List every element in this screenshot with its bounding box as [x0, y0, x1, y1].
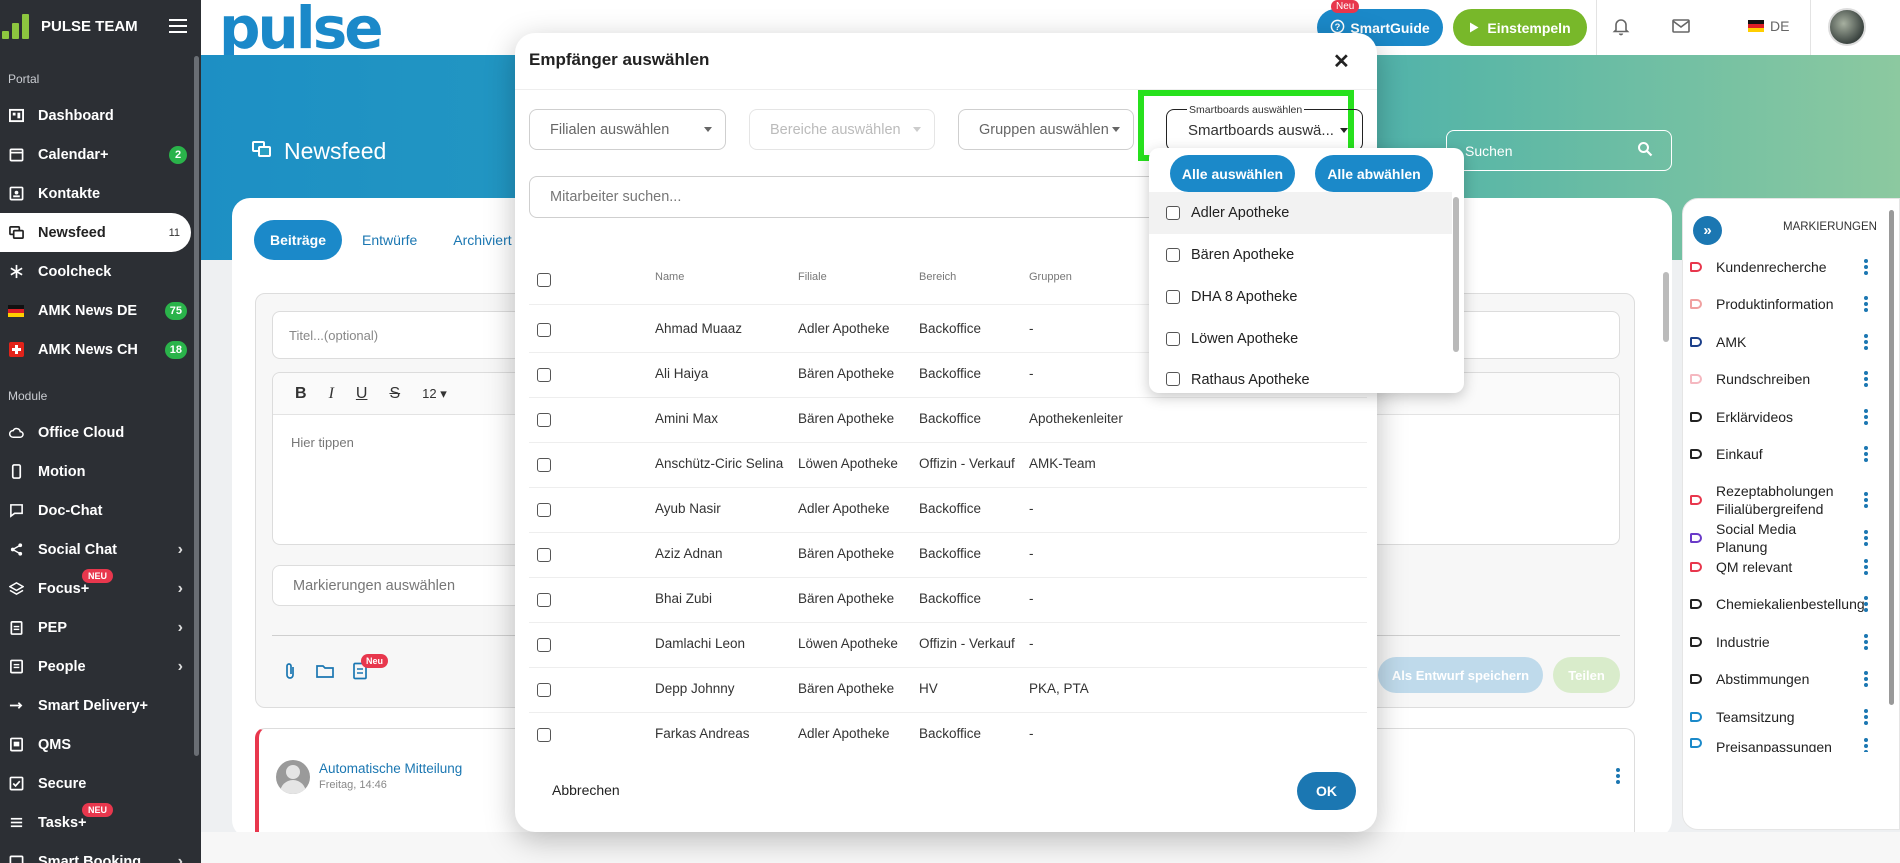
- divider: [529, 442, 1367, 443]
- cell-bereich: Backoffice: [919, 321, 982, 336]
- cell-bereich: HV: [919, 681, 938, 696]
- select-all-checkbox[interactable]: [537, 273, 551, 287]
- row-checkbox[interactable]: [537, 728, 551, 742]
- cell-gruppen: -: [1029, 501, 1034, 516]
- divider: [529, 397, 1367, 398]
- cell-bereich: Backoffice: [919, 726, 982, 741]
- cell-gruppen: -: [1029, 591, 1034, 606]
- column-header-filiale: Filiale: [798, 271, 827, 283]
- cell-gruppen: Apothekenleiter: [1029, 411, 1123, 426]
- cell-name: Anschütz-Ciric Selina: [655, 456, 784, 471]
- smartboard-option[interactable]: Adler Apotheke: [1149, 192, 1452, 234]
- cell-bereich: Backoffice: [919, 546, 982, 561]
- divider: [529, 487, 1367, 488]
- option-label: DHA 8 Apotheke: [1191, 289, 1298, 305]
- smartboard-option[interactable]: Löwen Apotheke: [1149, 318, 1452, 360]
- cell-name: Aziz Adnan: [655, 546, 723, 561]
- smartboards-select[interactable]: Smartboards auswählen Smartboards auswä.…: [1166, 105, 1363, 151]
- divider: [529, 532, 1367, 533]
- option-label: Bären Apotheke: [1191, 247, 1295, 263]
- column-header-name: Name: [655, 271, 685, 283]
- option-checkbox[interactable]: [1166, 248, 1180, 262]
- cell-filiale: Bären Apotheke: [798, 411, 895, 426]
- cell-filiale: Bären Apotheke: [798, 681, 895, 696]
- cell-gruppen: PKA, PTA: [1029, 681, 1089, 696]
- row-checkbox[interactable]: [537, 548, 551, 562]
- cell-gruppen: -: [1029, 546, 1034, 561]
- cell-name: Ayub Nasir: [655, 501, 721, 516]
- option-label: Adler Apotheke: [1191, 205, 1290, 221]
- cell-bereich: Backoffice: [919, 366, 982, 381]
- smartboard-option[interactable]: DHA 8 Apotheke: [1149, 276, 1452, 318]
- option-label: Löwen Apotheke: [1191, 331, 1299, 347]
- cell-name: Amini Max: [655, 411, 719, 426]
- row-checkbox[interactable]: [537, 368, 551, 382]
- smartboards-value: Smartboards auswä...: [1188, 121, 1334, 139]
- column-header-bereich: Bereich: [919, 271, 957, 283]
- divider: [529, 667, 1367, 668]
- cell-bereich: Backoffice: [919, 501, 982, 516]
- bereiche-select: Bereiche auswählen: [749, 109, 935, 150]
- dropdown-scrollbar[interactable]: [1453, 197, 1459, 352]
- caret-down-icon: [704, 127, 712, 132]
- row-checkbox[interactable]: [537, 413, 551, 427]
- option-checkbox[interactable]: [1166, 206, 1180, 220]
- cell-name: Farkas Andreas: [655, 726, 750, 741]
- cell-filiale: Bären Apotheke: [798, 546, 895, 561]
- row-checkbox[interactable]: [537, 503, 551, 517]
- cell-name: Bhai Zubi: [655, 591, 713, 606]
- smartboard-option[interactable]: Rathaus Apotheke: [1149, 360, 1452, 393]
- employee-search-input[interactable]: Mitarbeiter suchen...: [529, 176, 1179, 218]
- cell-bereich: Offizin - Verkauf: [919, 636, 1015, 651]
- filialen-label: Filialen auswählen: [550, 121, 670, 138]
- cell-name: Damlachi Leon: [655, 636, 746, 651]
- cancel-button[interactable]: Abbrechen: [552, 782, 620, 798]
- row-checkbox[interactable]: [537, 683, 551, 697]
- cell-filiale: Bären Apotheke: [798, 366, 895, 381]
- column-header-gruppen: Gruppen: [1029, 271, 1072, 283]
- smartboard-option[interactable]: Bären Apotheke: [1149, 234, 1452, 276]
- deselect-all-button[interactable]: Alle abwählen: [1315, 155, 1433, 192]
- bereiche-label: Bereiche auswählen: [770, 121, 901, 138]
- gruppen-label: Gruppen auswählen: [979, 121, 1109, 138]
- cell-name: Ali Haiya: [655, 366, 709, 381]
- cell-filiale: Adler Apotheke: [798, 501, 890, 516]
- option-checkbox[interactable]: [1166, 372, 1180, 386]
- ok-button[interactable]: OK: [1297, 772, 1356, 810]
- gruppen-select[interactable]: Gruppen auswählen: [958, 109, 1134, 150]
- caret-down-icon: [1112, 127, 1120, 132]
- divider: [529, 712, 1367, 713]
- modal-title: Empfänger auswählen: [529, 50, 710, 69]
- cell-filiale: Adler Apotheke: [798, 726, 890, 741]
- cell-filiale: Löwen Apotheke: [798, 456, 898, 471]
- option-label: Rathaus Apotheke: [1191, 372, 1310, 388]
- caret-down-icon: [1340, 128, 1348, 133]
- caret-down-icon: [913, 127, 921, 132]
- option-checkbox[interactable]: [1166, 290, 1180, 304]
- cell-gruppen: -: [1029, 366, 1034, 381]
- cell-bereich: Backoffice: [919, 591, 982, 606]
- cell-gruppen: AMK-Team: [1029, 456, 1096, 471]
- smartboards-float-label: Smartboards auswählen: [1187, 104, 1305, 116]
- row-checkbox[interactable]: [537, 593, 551, 607]
- close-icon[interactable]: ✕: [1333, 49, 1350, 74]
- cell-name: Depp Johnny: [655, 681, 735, 696]
- cell-gruppen: -: [1029, 321, 1034, 336]
- cell-gruppen: -: [1029, 636, 1034, 651]
- cell-name: Ahmad Muaaz: [655, 321, 743, 336]
- cell-bereich: Offizin - Verkauf: [919, 456, 1015, 471]
- row-checkbox[interactable]: [537, 323, 551, 337]
- cell-filiale: Löwen Apotheke: [798, 636, 898, 651]
- cell-gruppen: -: [1029, 726, 1034, 741]
- divider: [529, 622, 1367, 623]
- cell-filiale: Bären Apotheke: [798, 591, 895, 606]
- option-checkbox[interactable]: [1166, 332, 1180, 346]
- cell-filiale: Adler Apotheke: [798, 321, 890, 336]
- row-checkbox[interactable]: [537, 458, 551, 472]
- cell-bereich: Backoffice: [919, 411, 982, 426]
- select-all-button[interactable]: Alle auswählen: [1170, 155, 1295, 192]
- filialen-select[interactable]: Filialen auswählen: [529, 109, 726, 150]
- row-checkbox[interactable]: [537, 638, 551, 652]
- divider: [529, 577, 1367, 578]
